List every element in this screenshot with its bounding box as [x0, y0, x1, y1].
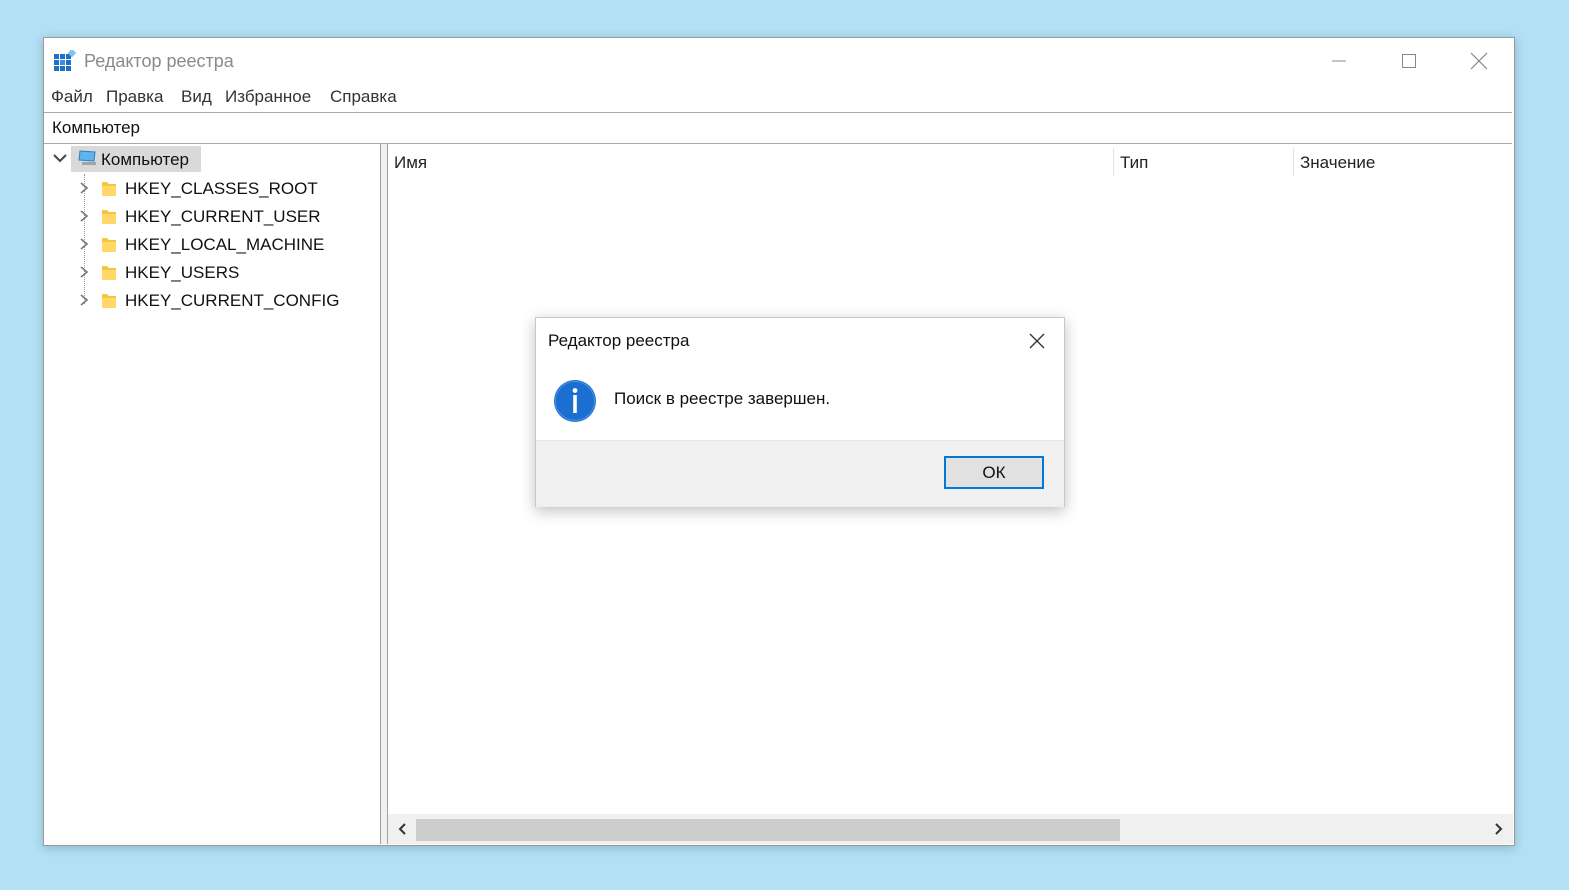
chevron-right-icon[interactable]: [78, 237, 90, 251]
minimize-button[interactable]: [1304, 38, 1374, 84]
chevron-right-icon: [1495, 823, 1503, 835]
column-header-label: Значение: [1300, 153, 1376, 172]
menu-edit[interactable]: Правка: [106, 87, 163, 107]
tree-item-hkey-users[interactable]: HKEY_USERS: [44, 258, 380, 286]
chevron-right-icon[interactable]: [78, 181, 90, 195]
ok-button[interactable]: ОК: [944, 456, 1044, 489]
dialog-close-button[interactable]: [1022, 328, 1052, 354]
chevron-right-icon[interactable]: [78, 209, 90, 223]
tree-item-label: HKEY_LOCAL_MACHINE: [125, 235, 325, 254]
tree-item-hkey-current-config[interactable]: HKEY_CURRENT_CONFIG: [44, 286, 380, 314]
dialog-footer: ОК: [536, 440, 1064, 507]
menu-file[interactable]: Файл: [51, 87, 93, 107]
regedit-app-icon: [54, 50, 76, 71]
scrollbar-thumb[interactable]: [416, 819, 1120, 841]
dialog-message: Поиск в реестре завершен.: [614, 389, 831, 408]
menu-bar: Файл Правка Вид Избранное Справка: [44, 84, 1514, 112]
info-icon: [554, 380, 596, 422]
menu-help[interactable]: Справка: [330, 87, 397, 107]
chevron-right-icon[interactable]: [78, 293, 90, 307]
menu-favorites[interactable]: Избранное: [225, 87, 311, 107]
tree-item-label: HKEY_CLASSES_ROOT: [125, 179, 318, 198]
maximize-icon: [1402, 54, 1416, 68]
folder-icon: [102, 266, 116, 280]
computer-icon: [78, 150, 96, 165]
message-dialog: Редактор реестра Поиск в реестре заверше…: [535, 317, 1065, 507]
minimize-icon: [1332, 60, 1346, 62]
tree-item-label: HKEY_USERS: [125, 263, 240, 282]
column-header-value[interactable]: Значение: [1294, 144, 1513, 178]
tree-item-hkey-local-machine[interactable]: HKEY_LOCAL_MACHINE: [44, 230, 380, 258]
folder-icon: [102, 238, 116, 252]
column-header-label: Тип: [1120, 153, 1149, 172]
address-path: Компьютер: [52, 118, 140, 137]
scroll-right-button[interactable]: [1485, 814, 1513, 844]
chevron-down-icon[interactable]: [52, 151, 68, 165]
folder-icon: [102, 294, 116, 308]
folder-icon: [102, 210, 116, 224]
column-header-type[interactable]: Тип: [1114, 144, 1293, 178]
tree-item-hkey-classes-root[interactable]: HKEY_CLASSES_ROOT: [44, 174, 380, 202]
address-bar[interactable]: Компьютер: [44, 112, 1512, 144]
folder-icon: [102, 182, 116, 196]
column-header-label: Имя: [394, 153, 428, 172]
close-icon: [1470, 52, 1488, 70]
close-icon: [1029, 333, 1045, 349]
tree-item-label: HKEY_CURRENT_USER: [125, 207, 321, 226]
window-title: Редактор реестра: [84, 51, 234, 71]
key-tree[interactable]: Компьютер HKEY_CLASSES_ROOT HKEY_CURRENT…: [44, 144, 381, 844]
tree-root-label: Компьютер: [101, 150, 189, 169]
scroll-left-button[interactable]: [388, 814, 416, 844]
dialog-title: Редактор реестра: [548, 331, 690, 350]
maximize-button[interactable]: [1374, 38, 1444, 84]
pane-splitter[interactable]: [381, 144, 388, 844]
title-bar[interactable]: Редактор реестра: [44, 38, 1514, 84]
menu-view[interactable]: Вид: [181, 87, 212, 107]
chevron-left-icon: [398, 823, 406, 835]
close-button[interactable]: [1444, 38, 1514, 84]
tree-item-label: HKEY_CURRENT_CONFIG: [125, 291, 340, 310]
tree-item-hkey-current-user[interactable]: HKEY_CURRENT_USER: [44, 202, 380, 230]
tree-root-computer[interactable]: Компьютер: [44, 144, 380, 172]
horizontal-scrollbar[interactable]: [388, 814, 1513, 844]
column-header-name[interactable]: Имя: [388, 144, 1113, 178]
chevron-right-icon[interactable]: [78, 265, 90, 279]
